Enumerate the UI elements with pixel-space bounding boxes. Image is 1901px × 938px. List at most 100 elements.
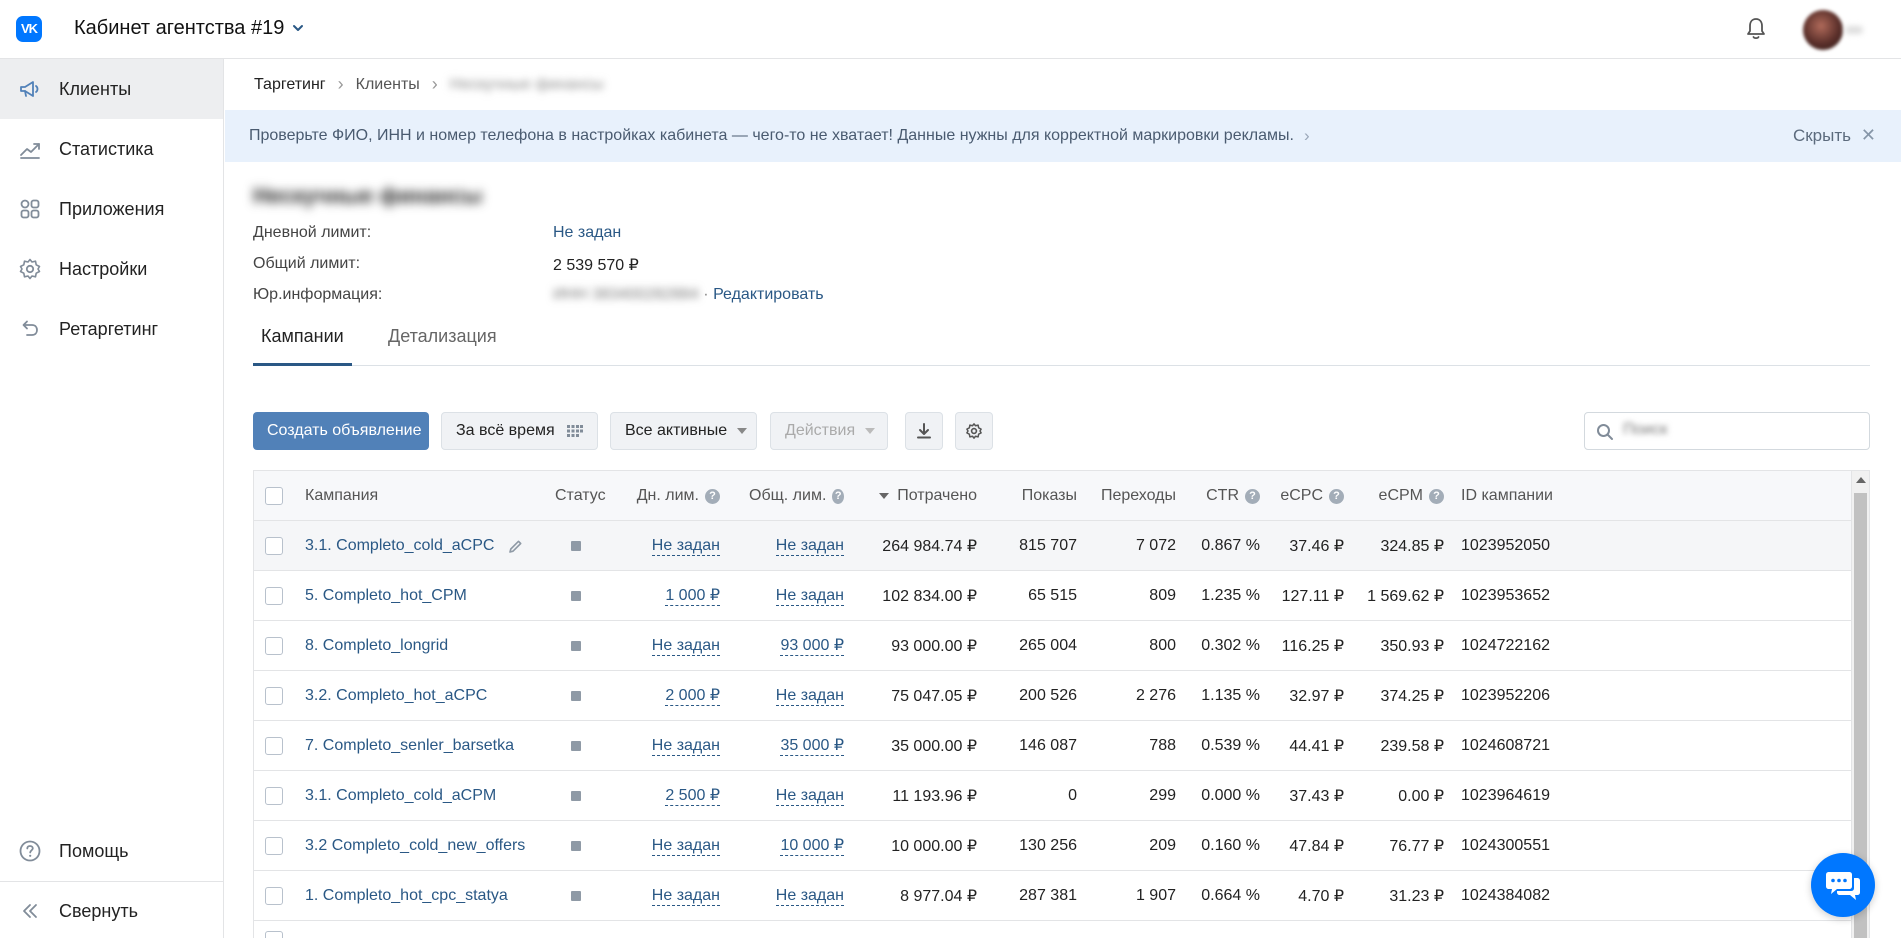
help-icon[interactable]: ? xyxy=(705,488,720,504)
cell-total-limit-link[interactable]: 10 000 ₽ xyxy=(780,837,844,856)
cell-day-limit-link[interactable]: Не задан xyxy=(651,837,720,856)
cell-impressions: 287 381 xyxy=(1019,887,1077,904)
table-settings-button[interactable] xyxy=(955,412,993,450)
create-ad-button[interactable]: Создать объявление xyxy=(253,412,429,450)
sidebar-collapse[interactable]: Свернуть xyxy=(0,881,223,938)
scroll-up-arrow-icon[interactable] xyxy=(1856,477,1866,483)
row-checkbox[interactable] xyxy=(265,637,283,655)
status-stopped-icon[interactable] xyxy=(571,591,581,601)
cabinet-title[interactable]: Кабинет агентства #19 xyxy=(74,17,284,40)
header-ecpm[interactable]: eCPM? xyxy=(1354,471,1444,521)
status-stopped-icon[interactable] xyxy=(571,741,581,751)
header-campaign-id[interactable]: ID кампании xyxy=(1461,471,1553,521)
cell-total-limit-link[interactable]: Не задан xyxy=(775,887,844,906)
row-checkbox[interactable] xyxy=(265,537,283,555)
sidebar-item-settings[interactable]: Настройки xyxy=(0,239,223,299)
table-row[interactable]: 7. Completo_senler_barsetka Не задан 35 00… xyxy=(254,721,1851,771)
table-row[interactable]: 1. Completo_hot_cpc_statya Не задан Не зад… xyxy=(254,871,1851,921)
download-button[interactable] xyxy=(905,412,943,450)
bell-icon[interactable] xyxy=(1743,16,1769,42)
tab-campaigns[interactable]: Кампании xyxy=(253,319,352,366)
table-row[interactable]: 5. Completo_hot_CPM 1 000 ₽ Не задан 102 83… xyxy=(254,571,1851,621)
status-stopped-icon[interactable] xyxy=(571,541,581,551)
campaign-name-link[interactable]: 3.1. Completo_cold_aCPM xyxy=(305,787,496,805)
header-status[interactable]: Статус xyxy=(555,471,606,521)
cell-day-limit-link[interactable]: Не задан xyxy=(651,537,720,556)
status-stopped-icon[interactable] xyxy=(571,641,581,651)
help-icon[interactable]: ? xyxy=(832,488,844,504)
header-total-limit[interactable]: Общ. лим.? xyxy=(749,471,844,521)
vk-logo-icon[interactable]: VK xyxy=(16,16,42,42)
chat-button[interactable] xyxy=(1811,853,1875,917)
table-row[interactable]: 3.2. Completo_hot_aCPC 2 000 ₽ Не задан 75 … xyxy=(254,671,1851,721)
edit-legal-link[interactable]: Редактировать xyxy=(713,286,824,303)
daily-limit-value[interactable]: Не задан xyxy=(553,224,621,242)
status-stopped-icon[interactable] xyxy=(571,691,581,701)
header-ecpc[interactable]: eCPC? xyxy=(1264,471,1344,521)
row-checkbox[interactable] xyxy=(265,837,283,855)
sidebar-help[interactable]: Помощь xyxy=(0,821,223,881)
table-row[interactable]: 3.1. Completo_cold_aCPC Не задан Не задан 2… xyxy=(254,521,1851,571)
row-checkbox[interactable] xyxy=(265,931,283,938)
help-icon[interactable]: ? xyxy=(1329,488,1344,504)
period-select[interactable]: За всё время xyxy=(441,412,598,450)
table-row[interactable]: 3.1. Completo_cold_aCPM 2 500 ₽ Не задан 11… xyxy=(254,771,1851,821)
cell-day-limit-link[interactable]: Не задан xyxy=(651,637,720,656)
select-all-checkbox[interactable] xyxy=(265,487,283,505)
cell-total-limit-link[interactable]: 35 000 ₽ xyxy=(780,737,844,756)
header-campaign[interactable]: Кампания xyxy=(305,471,378,521)
breadcrumb-targeting[interactable]: Таргетинг xyxy=(254,76,326,94)
marking-notice-banner[interactable]: Проверьте ФИО, ИНН и номер телефона в на… xyxy=(225,110,1901,162)
campaign-name-link[interactable]: 1. Completo_hot_cpc_statya xyxy=(305,887,508,905)
chevron-down-icon[interactable] xyxy=(291,21,305,35)
campaign-name-link[interactable]: 8. Completo_longrid xyxy=(305,637,448,655)
status-stopped-icon[interactable] xyxy=(571,841,581,851)
header-clicks[interactable]: Переходы xyxy=(1084,471,1176,521)
sidebar-item-retargeting[interactable]: Ретаргетинг xyxy=(0,299,223,359)
campaign-name-link[interactable]: 5. Completo_hot_CPM xyxy=(305,587,467,605)
table-row[interactable]: 3.2 Completo_cold_new_offers Не задан 10 0… xyxy=(254,821,1851,871)
header-spent[interactable]: Потрачено xyxy=(864,471,977,521)
campaign-name-link[interactable]: 3.2. Completo_hot_aCPC xyxy=(305,687,487,705)
actions-select[interactable]: Действия xyxy=(770,412,888,450)
cell-day-limit-link[interactable]: 2 500 ₽ xyxy=(665,787,720,806)
campaign-name-link[interactable]: 7. Completo_senler_barsetka xyxy=(305,737,514,755)
search-input[interactable] xyxy=(1623,421,1853,439)
cell-day-limit-link[interactable]: 2 000 ₽ xyxy=(665,687,720,706)
header-ctr[interactable]: CTR? xyxy=(1184,471,1260,521)
row-checkbox[interactable] xyxy=(265,887,283,905)
table-row[interactable]: 8. Completo_longrid Не задан 93 000 ₽ 93 00… xyxy=(254,621,1851,671)
header-day-limit[interactable]: Дн. лим.? xyxy=(634,471,720,521)
cell-total-limit-link[interactable]: Не задан xyxy=(775,687,844,706)
cell-day-limit-link[interactable]: 1 000 ₽ xyxy=(665,587,720,606)
cell-total-limit-link[interactable]: Не задан xyxy=(775,537,844,556)
row-checkbox[interactable] xyxy=(265,787,283,805)
breadcrumb-clients[interactable]: Клиенты xyxy=(356,76,420,94)
cell-total-limit-link[interactable]: Не задан xyxy=(775,587,844,606)
row-checkbox[interactable] xyxy=(265,737,283,755)
pencil-edit-icon[interactable] xyxy=(508,539,523,554)
cell-total-limit-link[interactable]: Не задан xyxy=(775,787,844,806)
cell-day-limit-link[interactable]: Не задан xyxy=(651,737,720,756)
avatar[interactable] xyxy=(1803,10,1843,50)
sidebar-item-apps[interactable]: Приложения xyxy=(0,179,223,239)
row-checkbox[interactable] xyxy=(265,587,283,605)
banner-hide-button[interactable]: Скрыть xyxy=(1793,126,1851,146)
cell-day-limit-link[interactable]: Не задан xyxy=(651,887,720,906)
tab-details[interactable]: Детализация xyxy=(380,319,505,366)
banner-text[interactable]: Проверьте ФИО, ИНН и номер телефона в на… xyxy=(249,127,1294,145)
cell-total-limit-link[interactable]: 93 000 ₽ xyxy=(780,637,844,656)
help-icon[interactable]: ? xyxy=(1429,488,1444,504)
avatar-menu-chevron-icon[interactable] xyxy=(1845,26,1863,34)
status-stopped-icon[interactable] xyxy=(571,891,581,901)
close-icon[interactable]: ✕ xyxy=(1861,125,1876,146)
status-stopped-icon[interactable] xyxy=(571,791,581,801)
row-checkbox[interactable] xyxy=(265,687,283,705)
campaign-name-link[interactable]: 3.1. Completo_cold_aCPC xyxy=(305,537,494,555)
help-icon[interactable]: ? xyxy=(1245,488,1260,504)
sidebar-item-statistics[interactable]: Статистика xyxy=(0,119,223,179)
header-impressions[interactable]: Показы xyxy=(984,471,1077,521)
campaign-name-link[interactable]: 3.2 Completo_cold_new_offers xyxy=(305,837,525,855)
sidebar-item-clients[interactable]: Клиенты xyxy=(0,59,223,119)
status-filter-select[interactable]: Все активные xyxy=(610,412,757,450)
